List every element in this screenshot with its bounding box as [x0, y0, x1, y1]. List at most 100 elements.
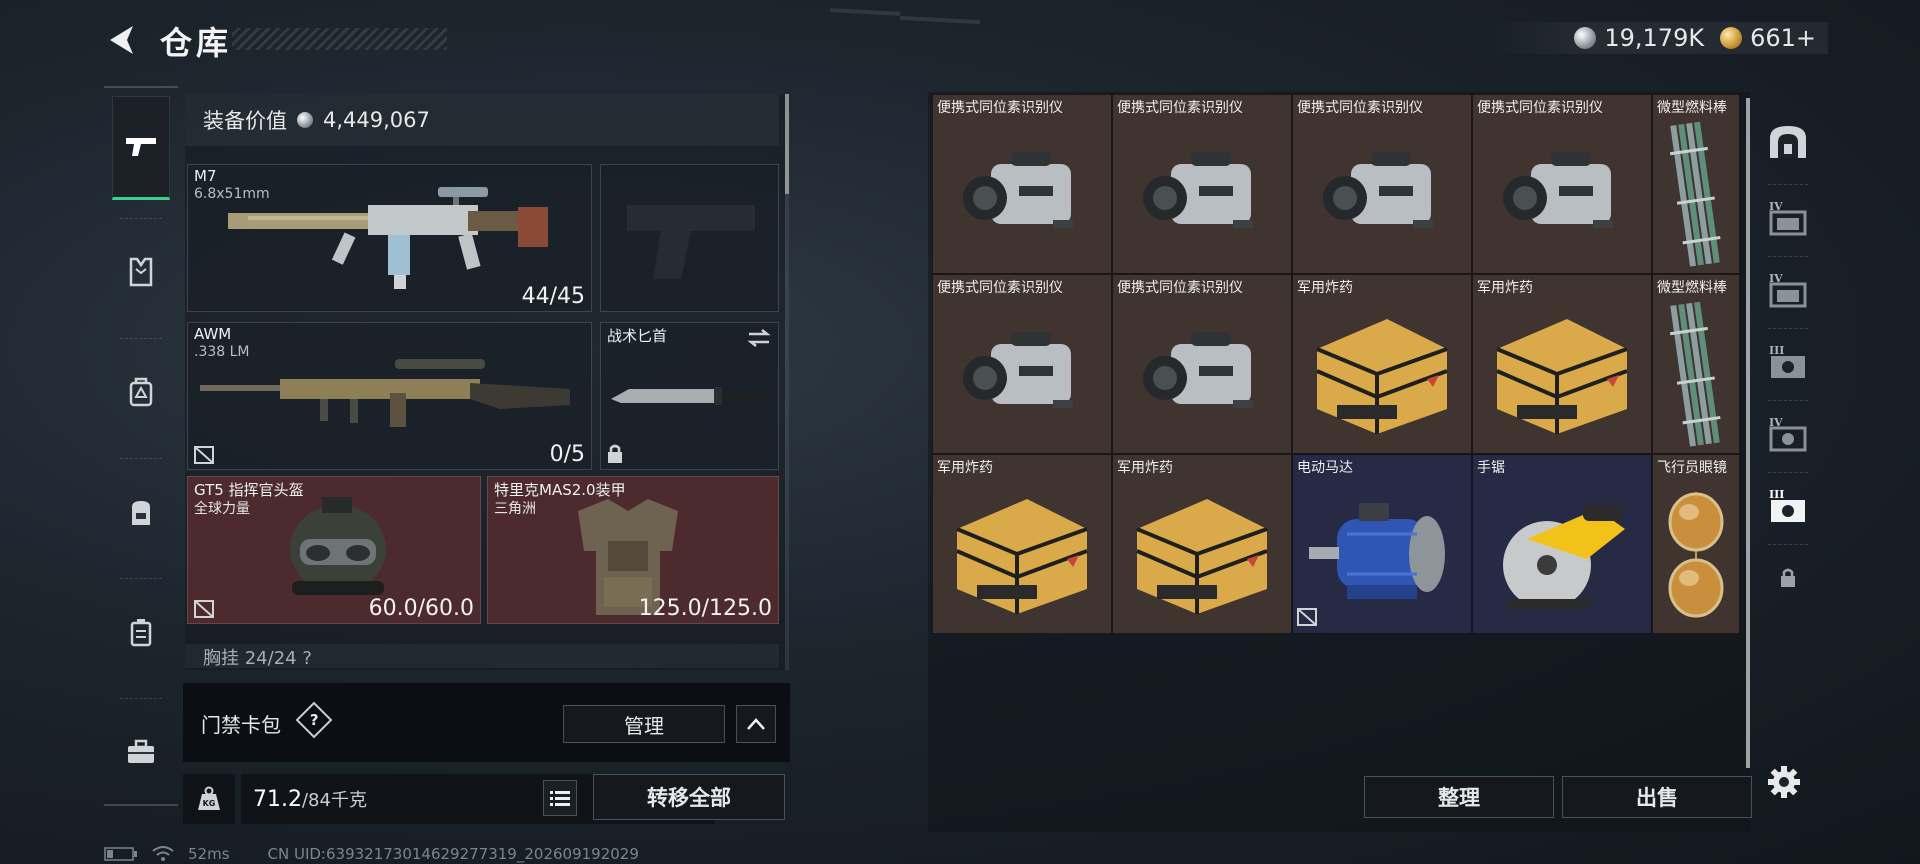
keycard-bar: 门禁卡包 ? 管理	[183, 682, 790, 762]
silver-amount: 19,179K	[1604, 24, 1705, 52]
aviator-glasses-icon	[1653, 475, 1739, 633]
rail-case-2[interactable]: IV	[1760, 260, 1816, 320]
sort-button[interactable]: 整理	[1364, 776, 1554, 818]
chest-rig-row[interactable]: 胸挂 24/24 ?	[185, 644, 779, 668]
item-name: 便携式同位素识别仪	[1477, 100, 1603, 116]
melee-slot[interactable]: 战术匕首	[600, 322, 779, 470]
storage-item[interactable]: 电动马达	[1292, 454, 1472, 634]
pistol-placeholder-icon	[627, 205, 755, 279]
storage-item[interactable]: 便携式同位素识别仪	[1112, 274, 1292, 454]
storage-container-rail: IV IV III IV III	[1760, 92, 1816, 692]
back-button[interactable]	[100, 20, 144, 60]
currency-gold[interactable]: 661+	[1720, 24, 1816, 52]
item-name: 军用炸药	[937, 460, 993, 476]
helmet-durability: 60.0/60.0	[368, 596, 474, 621]
collapse-button[interactable]	[736, 705, 776, 743]
equipment-category-nav	[104, 86, 178, 806]
ping: 52ms	[188, 845, 230, 863]
swap-icon[interactable]	[746, 327, 772, 349]
item-name: 军用炸药	[1477, 280, 1533, 296]
nav-item-weapons[interactable]	[112, 96, 170, 200]
list-view-button[interactable]	[543, 780, 577, 816]
equipment-scroll-thumb[interactable]	[785, 94, 789, 194]
storage-item[interactable]: 微型燃料棒	[1652, 274, 1740, 454]
equipment-value-label: 装备价值	[203, 109, 287, 133]
storage-item[interactable]: 便携式同位素识别仪	[932, 274, 1112, 454]
melee-name: 战术匕首	[607, 327, 668, 345]
rail-case-3[interactable]: III	[1760, 332, 1816, 392]
storage-item[interactable]: 便携式同位素识别仪	[1472, 94, 1652, 274]
nav-item-chest-rig[interactable]	[112, 340, 170, 444]
weapon-name: M7	[194, 167, 217, 185]
helmet-icon	[290, 497, 386, 595]
equipment-value: 4,449,067	[323, 108, 430, 132]
isotope-detector-icon	[933, 115, 1111, 273]
storage-item[interactable]: 军用炸药	[1472, 274, 1652, 454]
rail-locked-slot[interactable]	[1760, 548, 1816, 608]
back-arrow-icon	[110, 26, 133, 54]
storage-item[interactable]: 便携式同位素识别仪	[932, 94, 1112, 274]
m7-rifle-icon	[228, 187, 548, 289]
storage-item[interactable]: 手锯	[1472, 454, 1652, 634]
status-bar: 52ms CN UID:6393217301462927731​9_202609…	[104, 844, 639, 864]
equipment-scrollbar[interactable]	[785, 94, 789, 670]
rail-safe-box[interactable]	[1760, 112, 1816, 172]
storage-item[interactable]: 军用炸药	[932, 454, 1112, 634]
title-decoration	[232, 28, 447, 50]
chest-rig-icon	[129, 377, 153, 407]
background-decoration	[899, 15, 981, 25]
no-insurance-icon	[194, 600, 214, 618]
manage-button[interactable]: 管理	[563, 705, 725, 743]
user-uid: CN UID:6393217301462927731​9_20260919202…	[267, 845, 639, 863]
lock-icon	[1781, 568, 1795, 587]
settings-button[interactable]	[1762, 760, 1806, 804]
storage-scroll-thumb[interactable]	[1746, 98, 1750, 768]
no-insurance-icon	[194, 446, 214, 464]
nav-item-backpack[interactable]	[112, 460, 170, 564]
nav-item-toolbox[interactable]	[112, 700, 170, 804]
storage-item[interactable]: 飞行员眼镜	[1652, 454, 1740, 634]
armor-slot[interactable]: 特里克MAS2.0装甲 三角洲 125.0/125.0	[487, 476, 779, 624]
storage-scrollbar[interactable]	[1746, 98, 1750, 768]
storage-item[interactable]: 便携式同位素识别仪	[1112, 94, 1292, 274]
transfer-all-button[interactable]: 转移全部	[593, 774, 785, 820]
pistol-slot-empty[interactable]	[600, 164, 779, 312]
isotope-detector-icon	[1473, 115, 1651, 273]
case-iv-icon: IV	[1769, 200, 1807, 236]
storage-item[interactable]: 微型燃料棒	[1652, 94, 1740, 274]
secondary-weapon-slot[interactable]: AWM .338 LM 0/5	[187, 322, 592, 470]
list-icon	[550, 791, 570, 806]
svg-text:III: III	[1769, 344, 1784, 357]
helmet-slot[interactable]: GT5 指挥官头盔 全球力量 60.0/60.0	[187, 476, 481, 624]
gold-amount: 661+	[1750, 24, 1816, 52]
storage-item[interactable]: 军用炸药	[1292, 274, 1472, 454]
help-icon[interactable]: ?	[295, 701, 333, 739]
rail-case-1[interactable]: IV	[1760, 188, 1816, 248]
container-icon	[130, 619, 152, 647]
isotope-detector-icon	[933, 295, 1111, 453]
storage-item[interactable]: 军用炸药	[1112, 454, 1292, 634]
case-iv-icon: IV	[1769, 272, 1807, 308]
item-name: 便携式同位素识别仪	[1117, 280, 1243, 296]
primary-weapon-slot[interactable]: M7 6.8x51mm 44/45	[187, 164, 592, 312]
no-insurance-icon	[1297, 608, 1317, 630]
background-decoration	[829, 8, 901, 16]
currency-silver[interactable]: 19,179K	[1574, 24, 1704, 52]
ammo-count: 0/5	[549, 442, 585, 467]
sell-button[interactable]: 出售	[1562, 776, 1752, 818]
nav-item-armor[interactable]	[112, 220, 170, 324]
toolbox-icon	[128, 739, 154, 763]
weight-bar: KG 71.2 /84千克 转移全部	[183, 770, 790, 828]
case-iv-icon: IV	[1769, 416, 1807, 452]
explosive-crate-icon	[933, 475, 1111, 633]
backpack-icon	[132, 501, 150, 525]
rail-case-5-active[interactable]: III	[1760, 476, 1816, 536]
nav-item-container[interactable]	[112, 580, 170, 684]
item-name: 便携式同位素识别仪	[1117, 100, 1243, 116]
ammo-count: 44/45	[521, 284, 585, 309]
rail-case-4[interactable]: IV	[1760, 404, 1816, 464]
weight-max: /84千克	[301, 790, 367, 811]
storage-item[interactable]: 便携式同位素识别仪	[1292, 94, 1472, 274]
electric-motor-icon	[1293, 475, 1471, 633]
case-iii-icon: III	[1769, 344, 1805, 378]
